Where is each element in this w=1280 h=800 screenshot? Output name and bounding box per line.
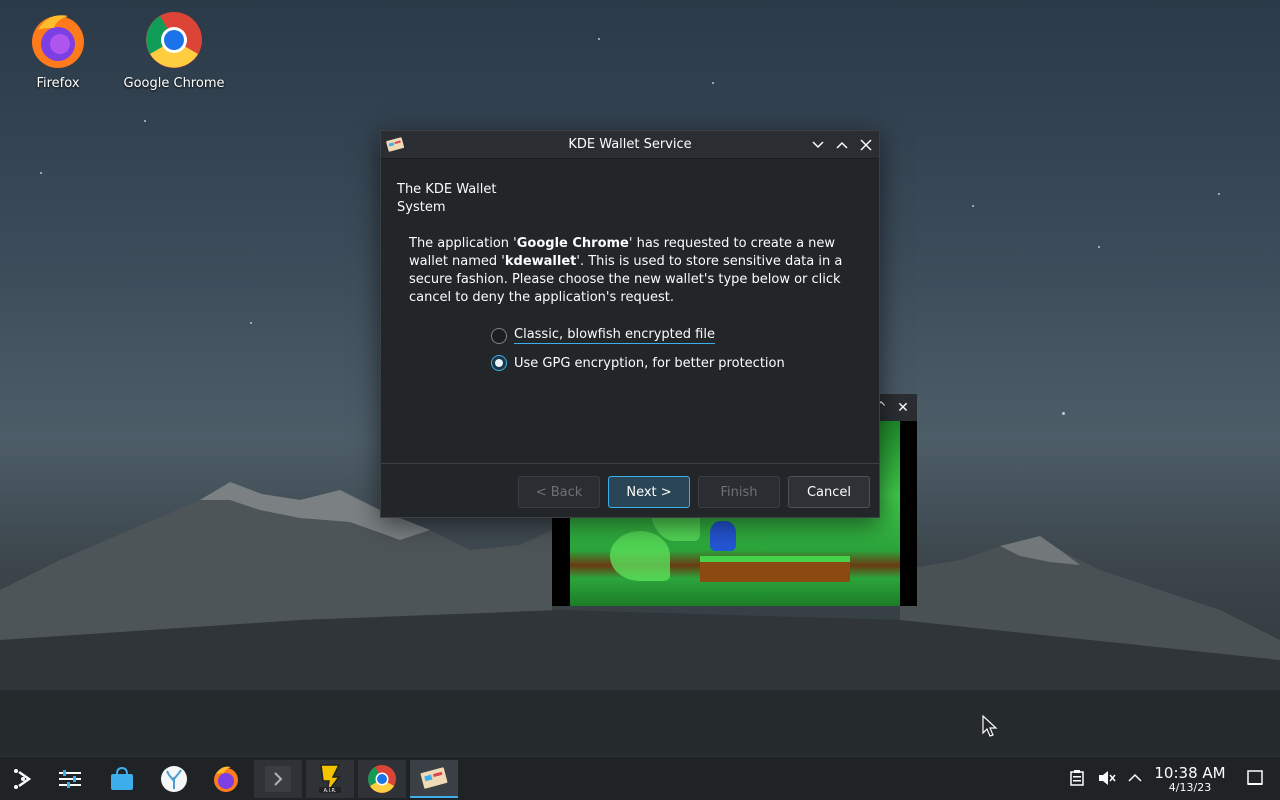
coral-app-icon[interactable] <box>150 760 198 798</box>
dialog-titlebar[interactable]: KDE Wallet Service <box>381 131 879 159</box>
application-launcher-icon[interactable] <box>0 760 48 798</box>
desktop-icon-label: Google Chrome <box>123 76 225 91</box>
foliage <box>610 531 670 581</box>
clock-time[interactable]: 10:38 AM <box>1150 764 1230 782</box>
star <box>598 38 600 40</box>
desktop-icon-label: Firefox <box>36 76 80 91</box>
star <box>1098 246 1100 248</box>
star <box>712 82 714 84</box>
firefox-icon <box>28 10 88 70</box>
dialog-title: KDE Wallet Service <box>568 137 692 152</box>
message-app-name: Google Chrome <box>516 236 629 251</box>
back-button[interactable]: < Back <box>518 476 600 508</box>
cancel-button[interactable]: Cancel <box>788 476 870 508</box>
discover-store-icon[interactable] <box>98 760 146 798</box>
sonic-3-air-icon[interactable]: A.I.R. <box>306 760 354 798</box>
tray-expand-icon[interactable] <box>1126 769 1144 787</box>
sonic-character <box>710 521 736 551</box>
taskbar: A.I.R. 10:38 AM 4/13/23 <box>0 756 1280 800</box>
kde-wallet-dialog[interactable]: KDE Wallet Service The KDE Wallet System… <box>380 130 880 518</box>
next-button[interactable]: Next > <box>608 476 690 508</box>
message-wallet-name: kdewallet <box>504 254 577 269</box>
heading-line: System <box>397 200 446 215</box>
radio-button-checked[interactable] <box>491 355 507 371</box>
mouse-cursor-icon <box>982 715 998 737</box>
close-icon[interactable] <box>857 136 875 154</box>
desktop-icon-firefox[interactable]: Firefox <box>3 10 113 91</box>
terminal-icon[interactable] <box>254 760 302 798</box>
volume-muted-icon[interactable] <box>1098 769 1116 787</box>
button-divider <box>381 463 879 464</box>
radio-button[interactable] <box>491 327 507 344</box>
star <box>972 205 974 207</box>
system-settings-icon[interactable] <box>46 760 94 798</box>
heading-line: The KDE Wallet <box>397 182 497 197</box>
close-icon[interactable]: ✕ <box>894 399 912 417</box>
svg-text:A.I.R.: A.I.R. <box>324 788 337 794</box>
kde-wallet-icon[interactable] <box>410 760 458 798</box>
star <box>144 120 146 122</box>
clipboard-icon[interactable] <box>1068 769 1086 787</box>
message-text: The application ' <box>409 236 517 251</box>
clock-date[interactable]: 4/13/23 <box>1150 781 1230 794</box>
dialog-message: The application 'Google Chrome' has requ… <box>409 235 849 307</box>
dialog-heading: The KDE Wallet System <box>397 181 517 217</box>
star <box>40 172 42 174</box>
chrome-icon <box>144 10 204 70</box>
firefox-icon[interactable] <box>202 760 250 798</box>
game-ground <box>700 556 850 582</box>
chrome-icon[interactable] <box>358 760 406 798</box>
star <box>1062 412 1065 415</box>
option-classic-blowfish[interactable]: Classic, blowfish encrypted file <box>491 327 715 344</box>
star <box>250 322 252 324</box>
option-label[interactable]: Use GPG encryption, for better protectio… <box>514 356 785 371</box>
option-label[interactable]: Classic, blowfish encrypted file <box>514 327 715 344</box>
show-desktop-icon[interactable] <box>1246 769 1264 787</box>
maximize-icon[interactable] <box>833 136 851 154</box>
star <box>1218 193 1220 195</box>
finish-button[interactable]: Finish <box>698 476 780 508</box>
option-gpg-encryption[interactable]: Use GPG encryption, for better protectio… <box>491 355 785 371</box>
desktop-icon-chrome[interactable]: Google Chrome <box>119 10 229 91</box>
minimize-icon[interactable] <box>809 136 827 154</box>
